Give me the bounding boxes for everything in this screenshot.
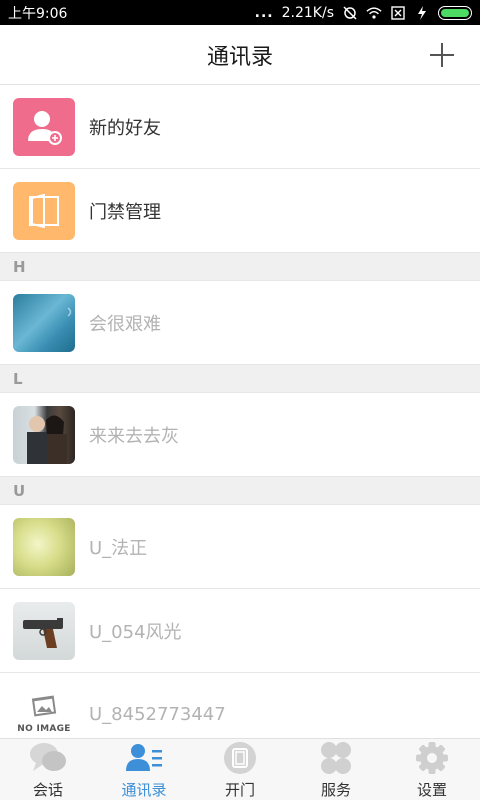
contact-avatar	[13, 293, 75, 352]
add-button[interactable]	[426, 39, 458, 71]
contact-avatar	[13, 405, 75, 464]
tab-label: 服务	[320, 781, 351, 799]
status-indicators: ... 2.21K/s	[255, 5, 472, 21]
contact-row[interactable]: NO IMAGE U_8452773447	[0, 673, 480, 738]
tab-label: 通讯录	[121, 781, 167, 799]
section-header-h: H	[0, 253, 480, 281]
tab-label: 开门	[224, 781, 255, 799]
contact-avatar: NO IMAGE	[13, 685, 75, 738]
no-image-icon	[31, 695, 57, 717]
tab-settings[interactable]: 设置	[384, 739, 480, 800]
contact-name: U_054风光	[89, 621, 182, 643]
tab-chats[interactable]: 会话	[0, 739, 96, 800]
alarm-off-icon	[342, 5, 358, 20]
contacts-list[interactable]: 新的好友 门禁管理 H 会很艰难 L 来来去去灰 U U_法正 U_054风光 …	[0, 85, 480, 738]
tab-label: 会话	[32, 781, 63, 799]
no-sim-icon	[390, 5, 406, 20]
section-header-u: U	[0, 477, 480, 505]
contact-avatar	[13, 601, 75, 660]
app-header: 通讯录	[0, 25, 480, 85]
door-icon	[13, 181, 75, 240]
network-speed: 2.21K/s	[281, 4, 334, 21]
add-friend-icon	[13, 97, 75, 156]
plus-icon	[430, 43, 454, 67]
charging-icon	[414, 5, 430, 20]
contact-row[interactable]: U_054风光	[0, 589, 480, 673]
new-friends-row[interactable]: 新的好友	[0, 85, 480, 169]
contact-name: U_8452773447	[89, 704, 226, 725]
contact-name: U_法正	[89, 537, 148, 559]
contact-row[interactable]: U_法正	[0, 505, 480, 589]
status-dots: ...	[254, 4, 274, 21]
status-time: 上午9:06	[8, 5, 68, 22]
new-friends-label: 新的好友	[89, 117, 161, 139]
contact-row[interactable]: 会很艰难	[0, 281, 480, 365]
door-management-row[interactable]: 门禁管理	[0, 169, 480, 253]
wifi-icon	[366, 6, 382, 20]
settings-icon	[412, 741, 452, 775]
status-bar: 上午9:06 ... 2.21K/s	[0, 0, 480, 25]
tab-open-door[interactable]: 开门	[192, 739, 288, 800]
contacts-icon	[124, 741, 164, 775]
contact-name: 来来去去灰	[89, 425, 179, 447]
section-header-l: L	[0, 365, 480, 393]
tab-services[interactable]: 服务	[288, 739, 384, 800]
tab-label: 设置	[416, 781, 447, 799]
page-title: 通讯录	[206, 44, 273, 70]
bottom-nav: 会话 通讯录 开门 服务 设置	[0, 738, 480, 800]
contact-avatar	[13, 517, 75, 576]
battery-icon	[438, 5, 472, 20]
no-image-label: NO IMAGE	[17, 724, 71, 734]
chat-icon	[28, 741, 68, 775]
door-management-label: 门禁管理	[89, 201, 161, 223]
open-door-icon	[220, 741, 260, 775]
contact-row[interactable]: 来来去去灰	[0, 393, 480, 477]
tab-contacts[interactable]: 通讯录	[96, 739, 192, 800]
contact-name: 会很艰难	[89, 313, 161, 335]
services-icon	[316, 741, 356, 775]
